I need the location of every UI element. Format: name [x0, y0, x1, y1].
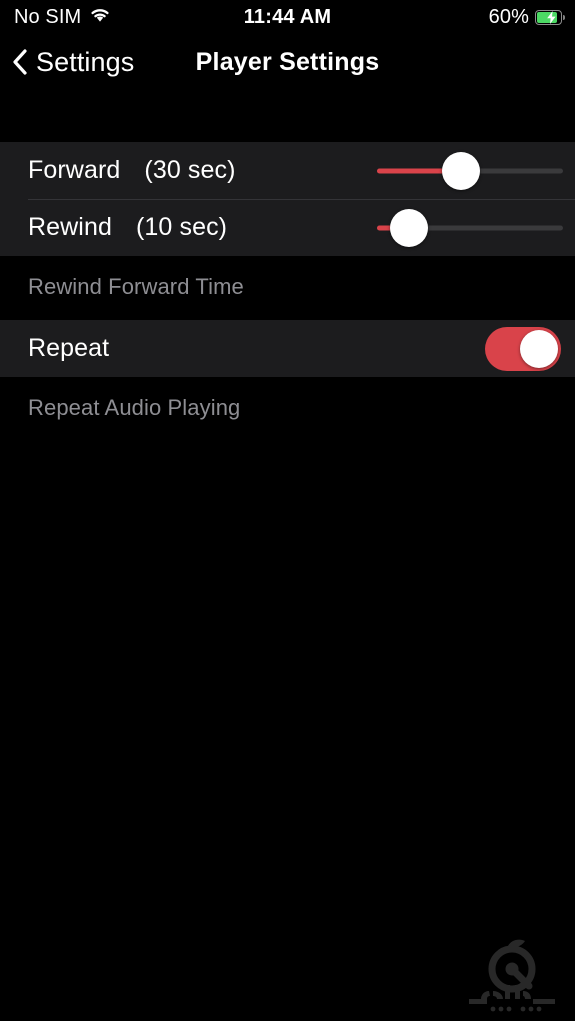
rewind-slider-thumb[interactable]: [389, 208, 428, 247]
row-rewind[interactable]: Rewind (10 sec): [0, 199, 575, 256]
repeat-toggle[interactable]: [485, 326, 561, 371]
status-bar-right: 60%: [489, 0, 565, 34]
row-repeat[interactable]: Repeat: [0, 320, 575, 377]
navigation-bar: Settings Player Settings: [0, 34, 575, 90]
forward-slider-thumb[interactable]: [441, 151, 480, 190]
battery-percent-label: 60%: [488, 5, 529, 28]
forward-slider[interactable]: [377, 142, 563, 199]
row-rewind-value: (10 sec): [135, 213, 228, 241]
section-rewind-forward: Forward (30 sec) Rewind (10 sec): [0, 142, 575, 256]
clock-label: 11:44 AM: [243, 5, 332, 28]
sibapp-logo-watermark: [463, 933, 561, 1013]
row-forward[interactable]: Forward (30 sec): [0, 142, 575, 199]
top-spacer: [0, 90, 575, 142]
row-rewind-label: Rewind: [28, 213, 112, 241]
repeat-toggle-knob: [520, 329, 558, 368]
settings-content: Forward (30 sec) Rewind (10 sec) Rewind …: [0, 90, 575, 1021]
caption-repeat: Repeat Audio Playing: [0, 377, 575, 441]
section-repeat: Repeat: [0, 320, 575, 377]
row-forward-label: Forward: [28, 156, 121, 184]
row-forward-value: (30 sec): [144, 156, 236, 184]
battery-charging-icon: [535, 9, 565, 25]
phone-screen: No SIM 11:44 AM 60% Settings Player Sett…: [0, 0, 575, 1021]
status-bar: No SIM 11:44 AM 60%: [0, 0, 575, 34]
caption-rewind-forward: Rewind Forward Time: [0, 256, 575, 320]
rewind-slider[interactable]: [377, 199, 563, 256]
page-title: Player Settings: [195, 47, 380, 76]
row-repeat-label: Repeat: [28, 334, 110, 362]
